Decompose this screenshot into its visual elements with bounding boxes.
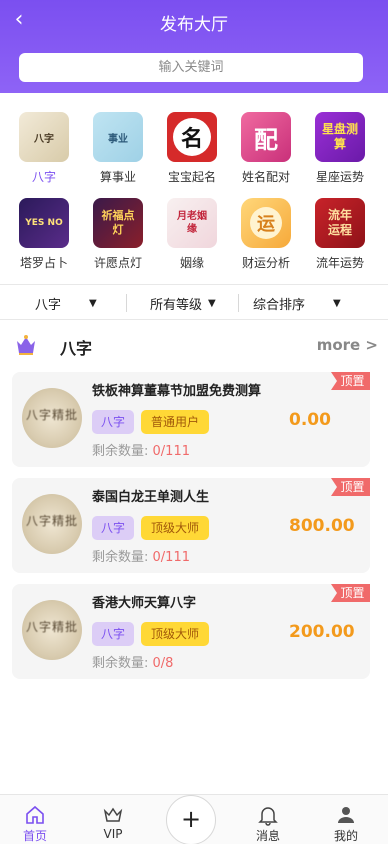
divider [126, 294, 127, 312]
tab-label: 消息 [255, 829, 280, 843]
baby-naming-icon: 名 [167, 112, 217, 162]
filter-bar: 八字 ▼ 所有等级 ▼ 综合排序 ▼ [0, 284, 388, 320]
category-label: 许愿点灯 [93, 256, 142, 270]
filter-sort[interactable]: 综合排序 ▼ [253, 285, 341, 321]
listing-thumbnail: 八字精批 [22, 388, 82, 448]
category-label: 财运分析 [241, 256, 290, 270]
category-label: 算事业 [99, 170, 136, 184]
pinned-badge: 顶置 [331, 478, 370, 496]
user-icon [338, 807, 354, 823]
plus-icon[interactable]: + [166, 795, 216, 844]
level-tag: 普通用户 [141, 410, 209, 434]
remaining-count: 剩余数量: 0/8 [92, 656, 174, 671]
tab-label: 我的 [333, 829, 358, 843]
crown-icon [103, 807, 123, 822]
category-tarot[interactable]: YES NO 塔罗占卜 [11, 194, 77, 270]
listing-price: 0.00 [289, 410, 331, 430]
category-label: 塔罗占卜 [19, 256, 68, 270]
listing-card[interactable]: 八字精批 香港大师天算八字 顶置 八字 顶级大师 200.00 剩余数量: 0/… [12, 584, 370, 679]
wealth-icon: 运 [241, 198, 291, 248]
tab-label: 首页 [22, 829, 47, 843]
filter-category[interactable]: 八字 ▼ [35, 285, 97, 321]
category-bazi[interactable]: 八字 八字 [11, 108, 77, 184]
category-horoscope[interactable]: 星盘测算 星座运势 [307, 108, 373, 184]
marriage-icon: 月老姻缘 [167, 198, 217, 248]
category-label: 姓名配对 [241, 170, 290, 184]
bell-icon [258, 807, 278, 826]
listing-thumbnail: 八字精批 [22, 600, 82, 660]
filter-label: 综合排序 [253, 297, 306, 313]
section-header: 八字 more > [0, 330, 388, 364]
home-icon [26, 805, 44, 824]
listing-price: 800.00 [289, 516, 355, 536]
category-career[interactable]: 事业 算事业 [85, 108, 151, 184]
yearly-fortune-icon: 流年运程 [315, 198, 365, 248]
category-name-match[interactable]: 配 姓名配对 [233, 108, 299, 184]
tab-messages[interactable]: 消息 [233, 795, 303, 844]
filter-label: 所有等级 [150, 297, 203, 313]
category-label: 星座运势 [315, 170, 364, 184]
listing-thumbnail: 八字精批 [22, 494, 82, 554]
tarot-icon: YES NO [19, 198, 69, 248]
category-label: 八字 [31, 170, 56, 184]
category-marriage[interactable]: 月老姻缘 姻缘 [159, 194, 225, 270]
tab-bar: 首页 VIP + 消息 我的 [0, 794, 388, 844]
pinned-badge: 顶置 [331, 584, 370, 602]
listing-price: 200.00 [289, 622, 355, 642]
header: ‹ 发布大厅 [0, 0, 388, 93]
listing-title: 泰国白龙王单测人生 [92, 490, 210, 505]
name-match-icon: 配 [241, 112, 291, 162]
level-tag: 顶级大师 [141, 622, 209, 646]
page: ‹ 发布大厅 八字 八字 事业 算事业 名 宝宝起名 配 [0, 0, 388, 844]
crown-icon [17, 335, 35, 355]
category-tag: 八字 [92, 622, 134, 646]
category-label: 宝宝起名 [167, 170, 216, 184]
category-tag: 八字 [92, 410, 134, 434]
section-title: 八字 [60, 339, 93, 358]
category-baby-naming[interactable]: 名 宝宝起名 [159, 108, 225, 184]
pinned-badge: 顶置 [331, 372, 370, 390]
chevron-down-icon: ▼ [333, 297, 341, 309]
category-wish-lamp[interactable]: 祈福点灯 许愿点灯 [85, 194, 151, 270]
remaining-count: 剩余数量: 0/111 [92, 444, 190, 459]
filter-level[interactable]: 所有等级 ▼ [150, 285, 216, 321]
category-label: 流年运势 [315, 256, 364, 270]
tab-vip[interactable]: VIP [78, 795, 148, 844]
listing-card[interactable]: 八字精批 铁板神算董幕节加盟免费测算 顶置 八字 普通用户 0.00 剩余数量:… [12, 372, 370, 467]
chevron-down-icon: ▼ [208, 297, 216, 309]
tab-profile[interactable]: 我的 [311, 795, 381, 844]
career-icon: 事业 [93, 112, 143, 162]
listing-title: 香港大师天算八字 [92, 596, 197, 611]
category-label: 姻缘 [179, 256, 204, 270]
chevron-down-icon: ▼ [89, 297, 97, 309]
listing-title: 铁板神算董幕节加盟免费测算 [92, 384, 262, 399]
bazi-icon: 八字 [19, 112, 69, 162]
tab-home[interactable]: 首页 [0, 795, 70, 844]
page-title: 发布大厅 [160, 15, 228, 35]
divider [238, 294, 239, 312]
search-input[interactable] [19, 53, 363, 82]
wish-lamp-icon: 祈福点灯 [93, 198, 143, 248]
level-tag: 顶级大师 [141, 516, 209, 540]
horoscope-icon: 星盘测算 [315, 112, 365, 162]
listing-card[interactable]: 八字精批 泰国白龙王单测人生 顶置 八字 顶级大师 800.00 剩余数量: 0… [12, 478, 370, 573]
category-wealth[interactable]: 运 财运分析 [233, 194, 299, 270]
tab-label: VIP [103, 827, 123, 841]
more-link[interactable]: more > [317, 336, 378, 354]
category-tag: 八字 [92, 516, 134, 540]
category-yearly-fortune[interactable]: 流年运程 流年运势 [307, 194, 373, 270]
filter-label: 八字 [35, 297, 62, 313]
category-grid: 八字 八字 事业 算事业 名 宝宝起名 配 姓名配对 星盘测算 星座运势 YES… [0, 108, 388, 270]
remaining-count: 剩余数量: 0/111 [92, 550, 190, 565]
